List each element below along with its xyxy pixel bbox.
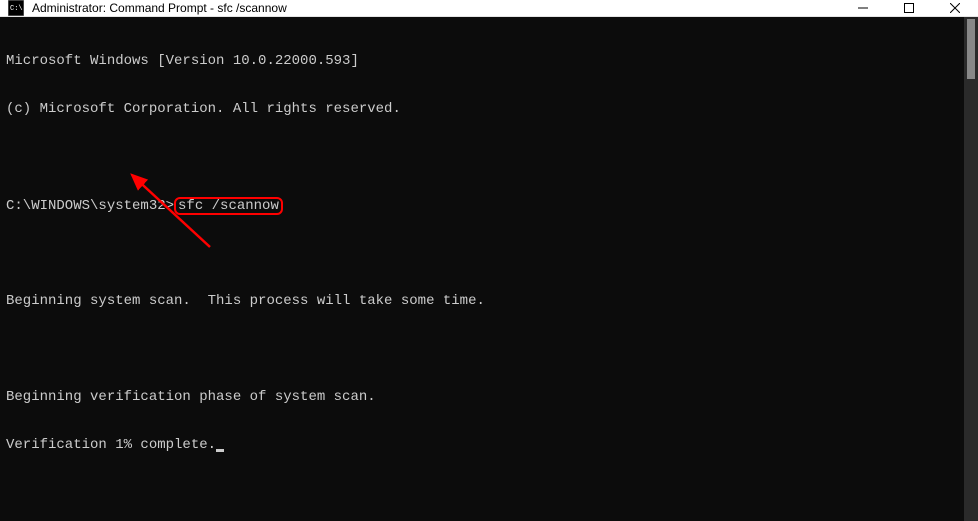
- prompt-line: C:\WINDOWS\system32>sfc /scannow: [6, 197, 958, 213]
- svg-text:C:\: C:\: [10, 5, 23, 13]
- window-title: Administrator: Command Prompt - sfc /sca…: [32, 1, 840, 15]
- output-line: Beginning system scan. This process will…: [6, 293, 958, 309]
- scrollbar-thumb[interactable]: [967, 19, 975, 79]
- terminal-output[interactable]: Microsoft Windows [Version 10.0.22000.59…: [0, 17, 964, 521]
- output-line: [6, 149, 958, 165]
- output-line: (c) Microsoft Corporation. All rights re…: [6, 101, 958, 117]
- window-controls: [840, 0, 978, 16]
- output-line: Verification 1% complete.: [6, 437, 958, 453]
- output-line: Beginning verification phase of system s…: [6, 389, 958, 405]
- cmd-icon: C:\: [8, 0, 24, 16]
- command-prompt-window: C:\ Administrator: Command Prompt - sfc …: [0, 0, 978, 511]
- typed-command: sfc /scannow: [178, 198, 279, 214]
- terminal-cursor: [216, 449, 224, 452]
- minimize-button[interactable]: [840, 0, 886, 16]
- prompt-path: C:\WINDOWS\system32>: [6, 198, 174, 214]
- vertical-scrollbar[interactable]: [964, 17, 978, 521]
- close-button[interactable]: [932, 0, 978, 16]
- terminal-container: Microsoft Windows [Version 10.0.22000.59…: [0, 17, 978, 521]
- progress-text: Verification 1% complete.: [6, 437, 216, 453]
- output-line: Microsoft Windows [Version 10.0.22000.59…: [6, 53, 958, 69]
- output-line: [6, 341, 958, 357]
- titlebar[interactable]: C:\ Administrator: Command Prompt - sfc …: [0, 0, 978, 17]
- maximize-button[interactable]: [886, 0, 932, 16]
- command-highlight: sfc /scannow: [174, 197, 283, 215]
- output-line: [6, 245, 958, 261]
